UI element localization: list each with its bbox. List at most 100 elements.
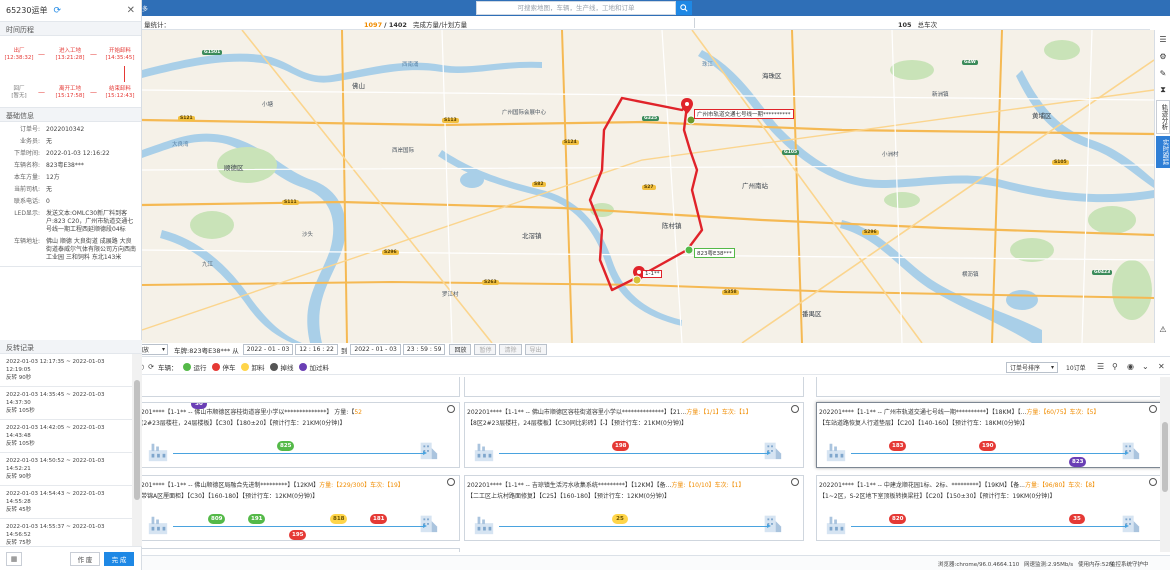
info-value: 0 — [46, 198, 50, 205]
order-card[interactable]: 202201****【1-1** -- 佛山市顺德区容桂街道容里小学以*****… — [464, 402, 804, 468]
collapse-icon[interactable]: ⌄ — [1142, 362, 1149, 371]
road-tag: S358 — [722, 290, 739, 295]
legend-item[interactable]: 加过料 — [299, 362, 329, 372]
volume-label: 完成方量/计划方量 — [412, 21, 468, 29]
map-view[interactable]: 广州市轨道交通七号线一期********** 823粤E38*** 1-1** … — [142, 30, 1154, 343]
stats-bar: 量统计： 1097 / 1402 完成方量/计划方量 105 总车次 — [142, 16, 1150, 30]
refresh-icon[interactable]: ⟳ — [53, 6, 61, 16]
eye-icon[interactable]: ◉ — [1127, 362, 1134, 371]
map-label: 罗江村 — [442, 292, 459, 298]
order-card[interactable]: 201****【1-1** -- 佛山市顺德区容桂街道容里小学以********… — [142, 402, 460, 468]
vehicle-marker-label[interactable]: 823粤E38*** — [694, 248, 735, 258]
basic-info-title: 基础信息 — [0, 108, 141, 122]
order-card[interactable]: 201****【1-1** -- 佛山顺德区局融合先进制*********】【1… — [142, 475, 460, 541]
truck-badge[interactable]: 818 — [330, 514, 348, 524]
info-row: 下单时间: 2022-01-03 12:16:22 — [0, 148, 141, 160]
records-scrollbar[interactable] — [132, 354, 142, 546]
order-card[interactable] — [464, 377, 804, 397]
truck-badge[interactable]: 25 — [612, 514, 628, 524]
grid-button[interactable]: ▦ — [6, 551, 22, 566]
info-key: 下单时间: — [13, 150, 40, 157]
finish-button[interactable]: 完 成 — [104, 551, 134, 566]
record-item[interactable]: 2022-01-03 12:17:35 ~ 2022-01-03 12:19:0… — [0, 354, 132, 387]
legend-item[interactable]: 掉线 — [270, 362, 293, 372]
settings-button[interactable]: ⚙ — [1156, 48, 1170, 64]
clear-button[interactable]: 清除 — [499, 344, 522, 355]
warning-button[interactable]: ⚠ — [1156, 321, 1170, 337]
list-button[interactable]: ☰ — [1156, 31, 1170, 47]
truck-badge[interactable]: 820 — [889, 514, 907, 524]
timeline: 出厂 [12:38:32] — 进入工地 [13:21:28] — 开始卸料 [… — [0, 36, 141, 108]
route-marker-end-label[interactable]: 广州市轨道交通七号线一期********** — [694, 109, 794, 119]
export-button[interactable]: 导出 — [524, 344, 547, 355]
road-tag: S105 — [1052, 160, 1069, 165]
truck-badge[interactable]: 825 — [277, 441, 295, 451]
stats-label: 量统计： — [144, 21, 170, 29]
construction-site-icon — [1119, 439, 1141, 461]
start-date-input[interactable]: 2022 - 01 - 03 — [242, 344, 294, 355]
card-detail: 【8区2#23层楼柱，24层楼板】【C30同比彩砖】【-】【预计行车：21KM(… — [467, 420, 688, 427]
truck-badge[interactable]: 823 — [1069, 457, 1087, 467]
truck-badge[interactable]: 198 — [612, 441, 630, 451]
truck-badge[interactable]: 190 — [979, 441, 997, 451]
truck-badge[interactable]: 183 — [889, 441, 907, 451]
hourglass-button[interactable]: ⧗ — [1156, 82, 1170, 98]
order-card[interactable]: 202201****【1-1** -- 广州市轨道交通七号线一期********… — [816, 402, 1160, 468]
route-marker-start-label[interactable]: 1-1** — [642, 270, 663, 278]
close-icon[interactable]: ✕ — [1158, 362, 1165, 371]
card-title: 202201****【1-1** -- 广州市轨道交通七号线一期********… — [819, 409, 1100, 416]
truck-badge[interactable]: 35 — [1069, 514, 1085, 524]
tl-start-unload: 开始卸料 [14:35:45] — [105, 48, 135, 61]
records-scroll-thumb[interactable] — [134, 380, 140, 500]
play-button[interactable]: 回放 — [449, 344, 472, 355]
record-item[interactable]: 2022-01-03 14:42:05 ~ 2022-01-03 14:43:4… — [0, 420, 132, 453]
order-card[interactable]: 202201****【1-1** -- 吉琼镇生活污水收集系统*********… — [464, 475, 804, 541]
record-item[interactable]: 2022-01-03 14:55:37 ~ 2022-01-03 14:56:5… — [0, 519, 132, 546]
record-item[interactable]: 2022-01-03 14:35:45 ~ 2022-01-03 14:37:3… — [0, 387, 132, 420]
card-settings-icon[interactable] — [447, 478, 455, 486]
track-analysis-button[interactable]: 轨迹分析 — [1156, 100, 1170, 134]
end-date-input[interactable]: 2022 - 01 - 03 — [350, 344, 401, 355]
cards-scroll-thumb[interactable] — [1162, 422, 1168, 492]
truck-badge[interactable]: 809 — [208, 514, 226, 524]
card-settings-icon[interactable] — [1149, 405, 1157, 413]
sort-select[interactable]: 订单号排序 ▾ — [1006, 362, 1058, 373]
card-settings-icon[interactable] — [791, 478, 799, 486]
construction-site-icon — [761, 512, 783, 534]
order-card[interactable] — [142, 377, 460, 397]
search-input[interactable] — [476, 1, 676, 15]
close-icon[interactable]: ✕ — [127, 5, 135, 16]
legend-item[interactable]: 停车 — [212, 362, 235, 372]
waybill-panel: 65230运单 ⟳ ✕ 时间历程 出厂 [12:38:32] — 进入工地 [1… — [0, 0, 142, 570]
cancel-button[interactable]: 作 废 — [70, 551, 100, 566]
card-settings-icon[interactable] — [791, 405, 799, 413]
record-range: 2022-01-03 14:42:05 ~ 2022-01-03 14:43:4… — [6, 425, 105, 439]
order-card[interactable] — [816, 377, 1160, 397]
map-label: 横沥镇 — [962, 272, 979, 278]
tools-button[interactable]: ✎ — [1156, 65, 1170, 81]
record-item[interactable]: 2022-01-03 14:54:43 ~ 2022-01-03 14:55:2… — [0, 486, 132, 519]
card-detail: 【二工区上坑村路面修复】【C25】【160-180】【预计行车：12KM(0分钟… — [467, 493, 671, 500]
truck-badge[interactable]: 195 — [289, 530, 307, 540]
card-settings-icon[interactable] — [1149, 478, 1157, 486]
start-time-input[interactable]: 12 : 16 : 22 — [295, 344, 338, 355]
order-card[interactable]: 202201****【1-1** -- 中建龙顺花园1标、2标、********… — [816, 475, 1160, 541]
end-time-input[interactable]: 23 : 59 : 59 — [402, 344, 446, 355]
pause-button[interactable]: 暂停 — [474, 344, 497, 355]
realtime-tracking-button[interactable]: 实时跟踪 — [1156, 136, 1170, 168]
legend-item[interactable]: 卸料 — [241, 362, 264, 372]
truck-badge[interactable]: 30 — [191, 403, 207, 409]
playback-bar: 回放 ▾ 车牌:823粤E38*** 从 2022 - 01 - 03 12 : … — [134, 343, 1170, 357]
card-settings-icon[interactable] — [447, 405, 455, 413]
truck-badge[interactable]: 181 — [370, 514, 388, 524]
list-view-icon[interactable]: ☰ — [1097, 362, 1104, 371]
search-button[interactable] — [676, 1, 692, 15]
tree-icon[interactable]: ⚲ — [1112, 362, 1118, 371]
record-item[interactable]: 2022-01-03 14:50:52 ~ 2022-01-03 14:52:2… — [0, 453, 132, 486]
reload-icon[interactable]: ⟳ — [148, 363, 154, 371]
truck-badge[interactable]: 191 — [248, 514, 266, 524]
order-card[interactable] — [142, 548, 460, 552]
cards-scrollbar[interactable] — [1160, 377, 1170, 552]
legend-item[interactable]: 运行 — [183, 362, 206, 372]
record-range: 2022-01-03 14:35:45 ~ 2022-01-03 14:37:3… — [6, 392, 105, 406]
